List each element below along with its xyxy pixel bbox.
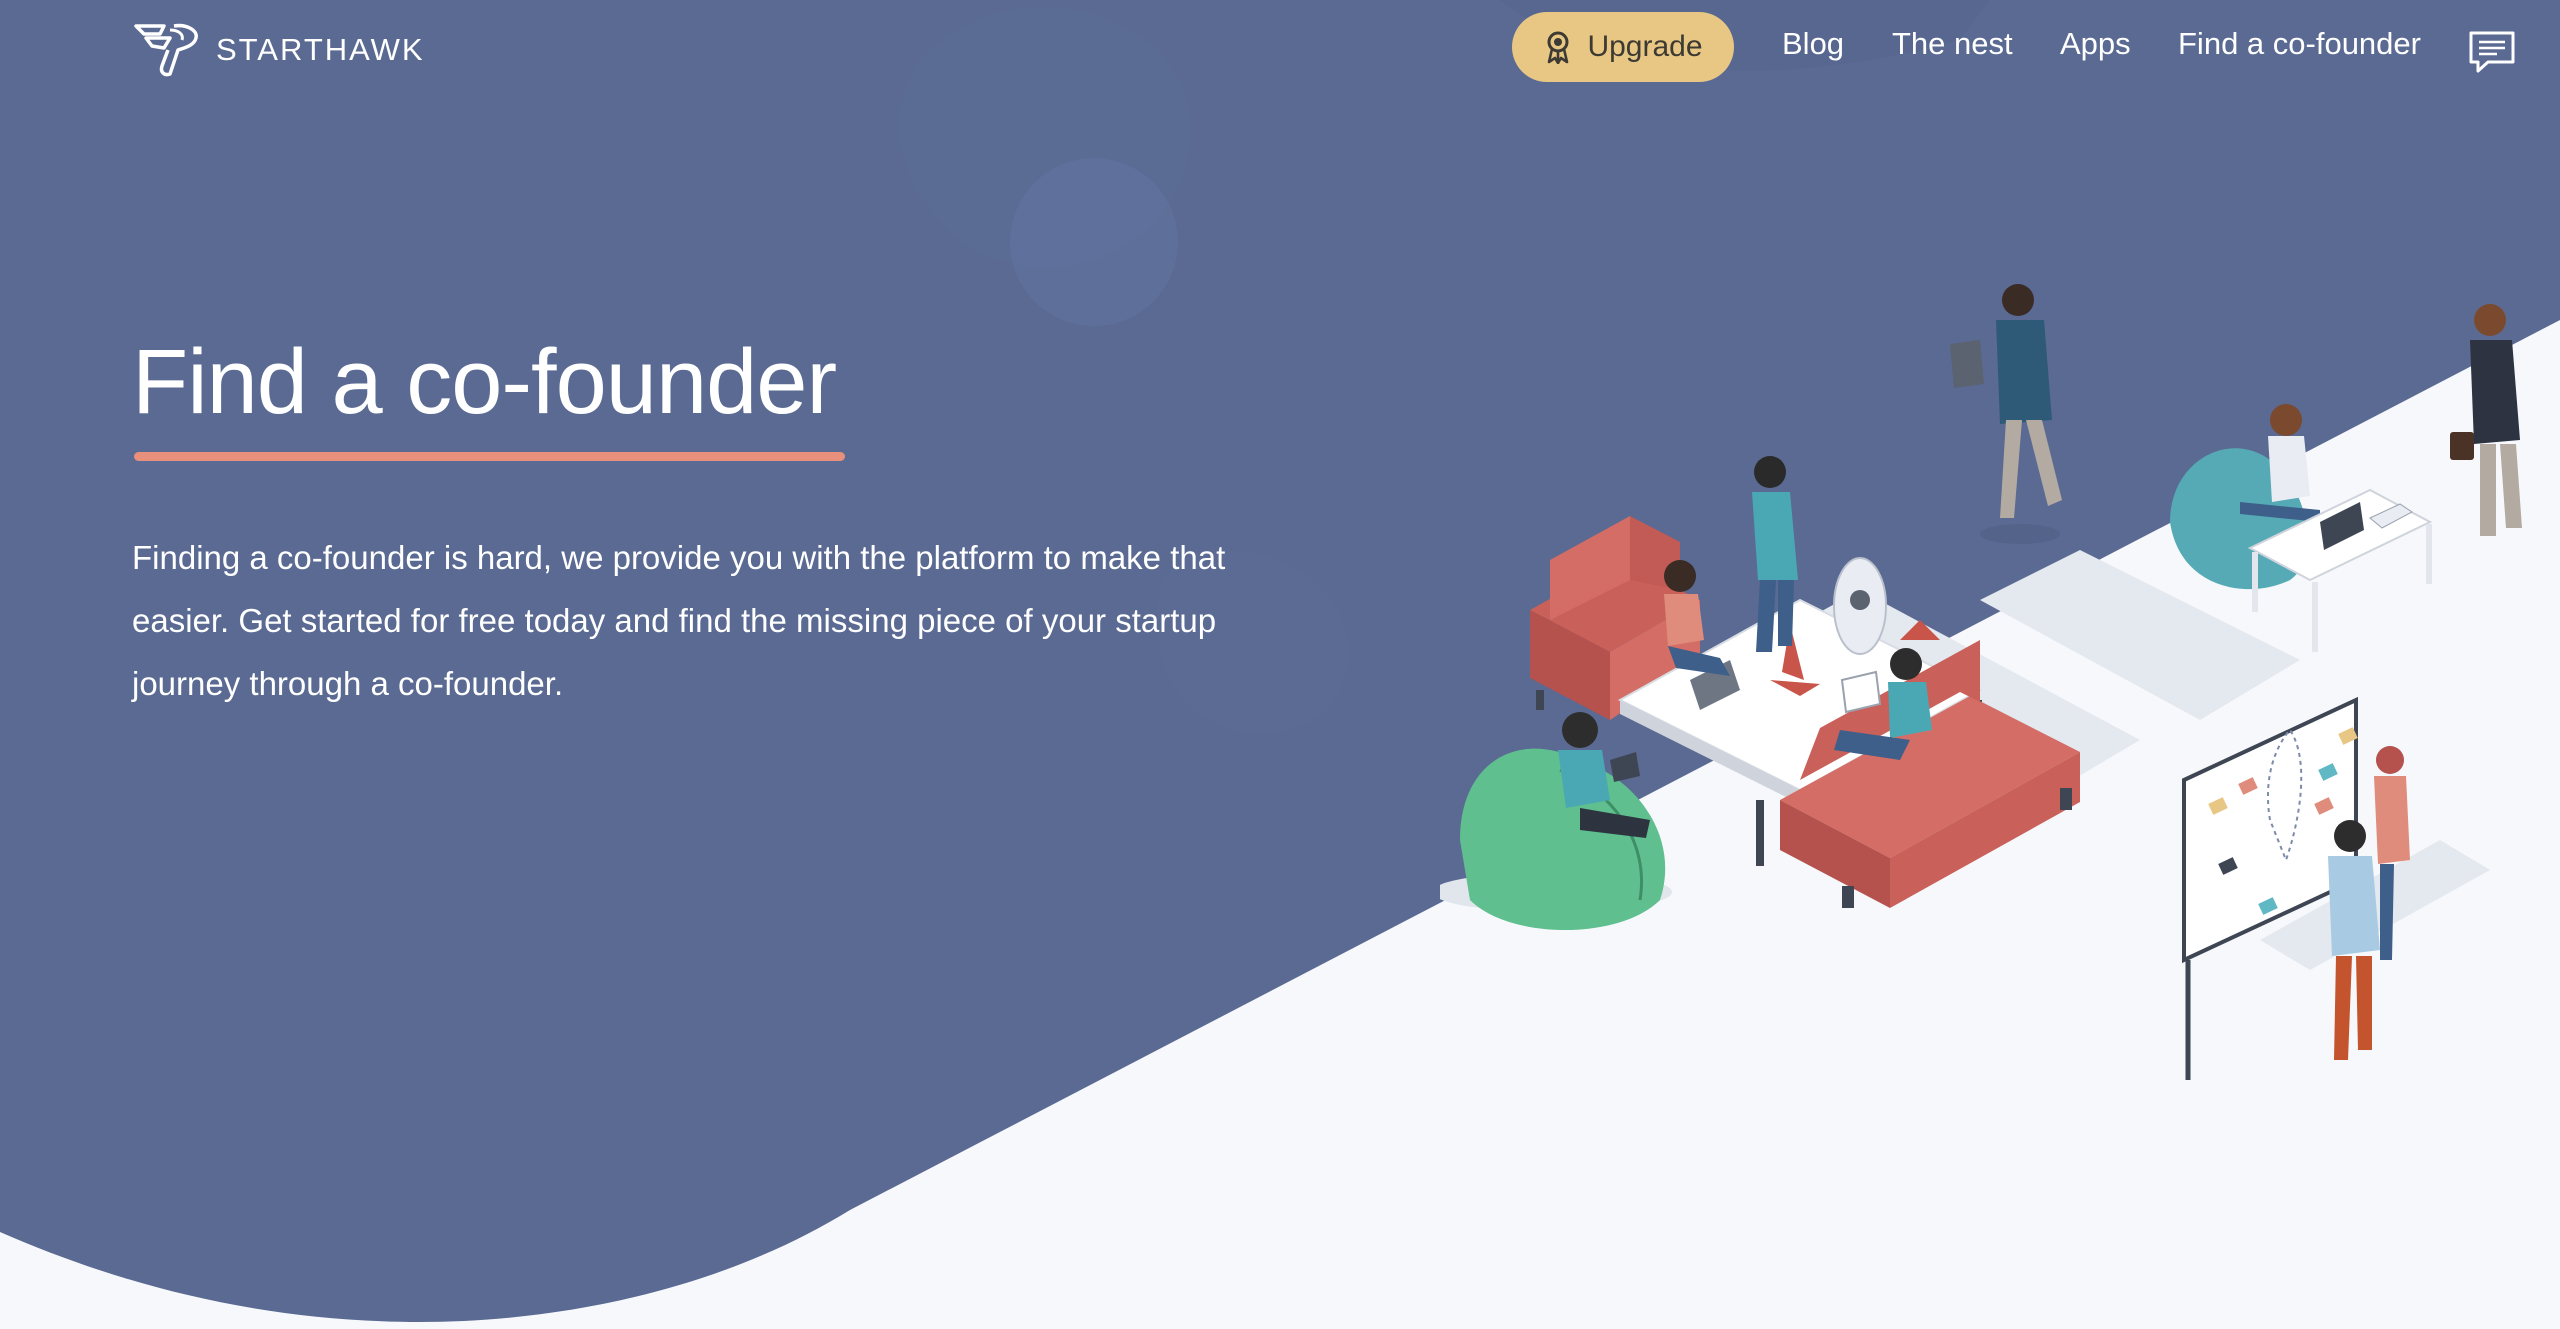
- nav-link-the-nest[interactable]: The nest: [1892, 26, 2013, 62]
- award-ribbon-icon: [1547, 31, 1569, 64]
- walking-man: [1950, 284, 2062, 544]
- top-navbar: STARTHAWK Upgrade Blog The nest Apps Fin…: [0, 0, 2560, 100]
- page: STARTHAWK Upgrade Blog The nest Apps Fin…: [0, 0, 2560, 1329]
- sitting-person-laptop: [1664, 560, 1730, 676]
- hawk-logo-icon: [134, 23, 198, 77]
- nav-link-apps[interactable]: Apps: [2060, 26, 2131, 62]
- man-at-whiteboard: [2328, 820, 2380, 1060]
- chat-icon[interactable]: [2468, 30, 2516, 74]
- hero-title: Find a co-founder: [132, 331, 837, 433]
- upgrade-label: Upgrade: [1587, 30, 1703, 63]
- nav-link-find-cofounder[interactable]: Find a co-founder: [2178, 26, 2421, 62]
- hero-description: Finding a co-founder is hard, we provide…: [132, 539, 1226, 702]
- nav-link-blog[interactable]: Blog: [1782, 26, 1844, 62]
- brand-name: STARTHAWK: [216, 32, 425, 67]
- brand-logo[interactable]: STARTHAWK: [134, 22, 425, 78]
- businessman-briefcase: [2450, 304, 2522, 536]
- hero-title-underline: [134, 452, 845, 461]
- upgrade-button[interactable]: Upgrade: [1512, 12, 1734, 82]
- coworking-illustration: [1440, 284, 2522, 1080]
